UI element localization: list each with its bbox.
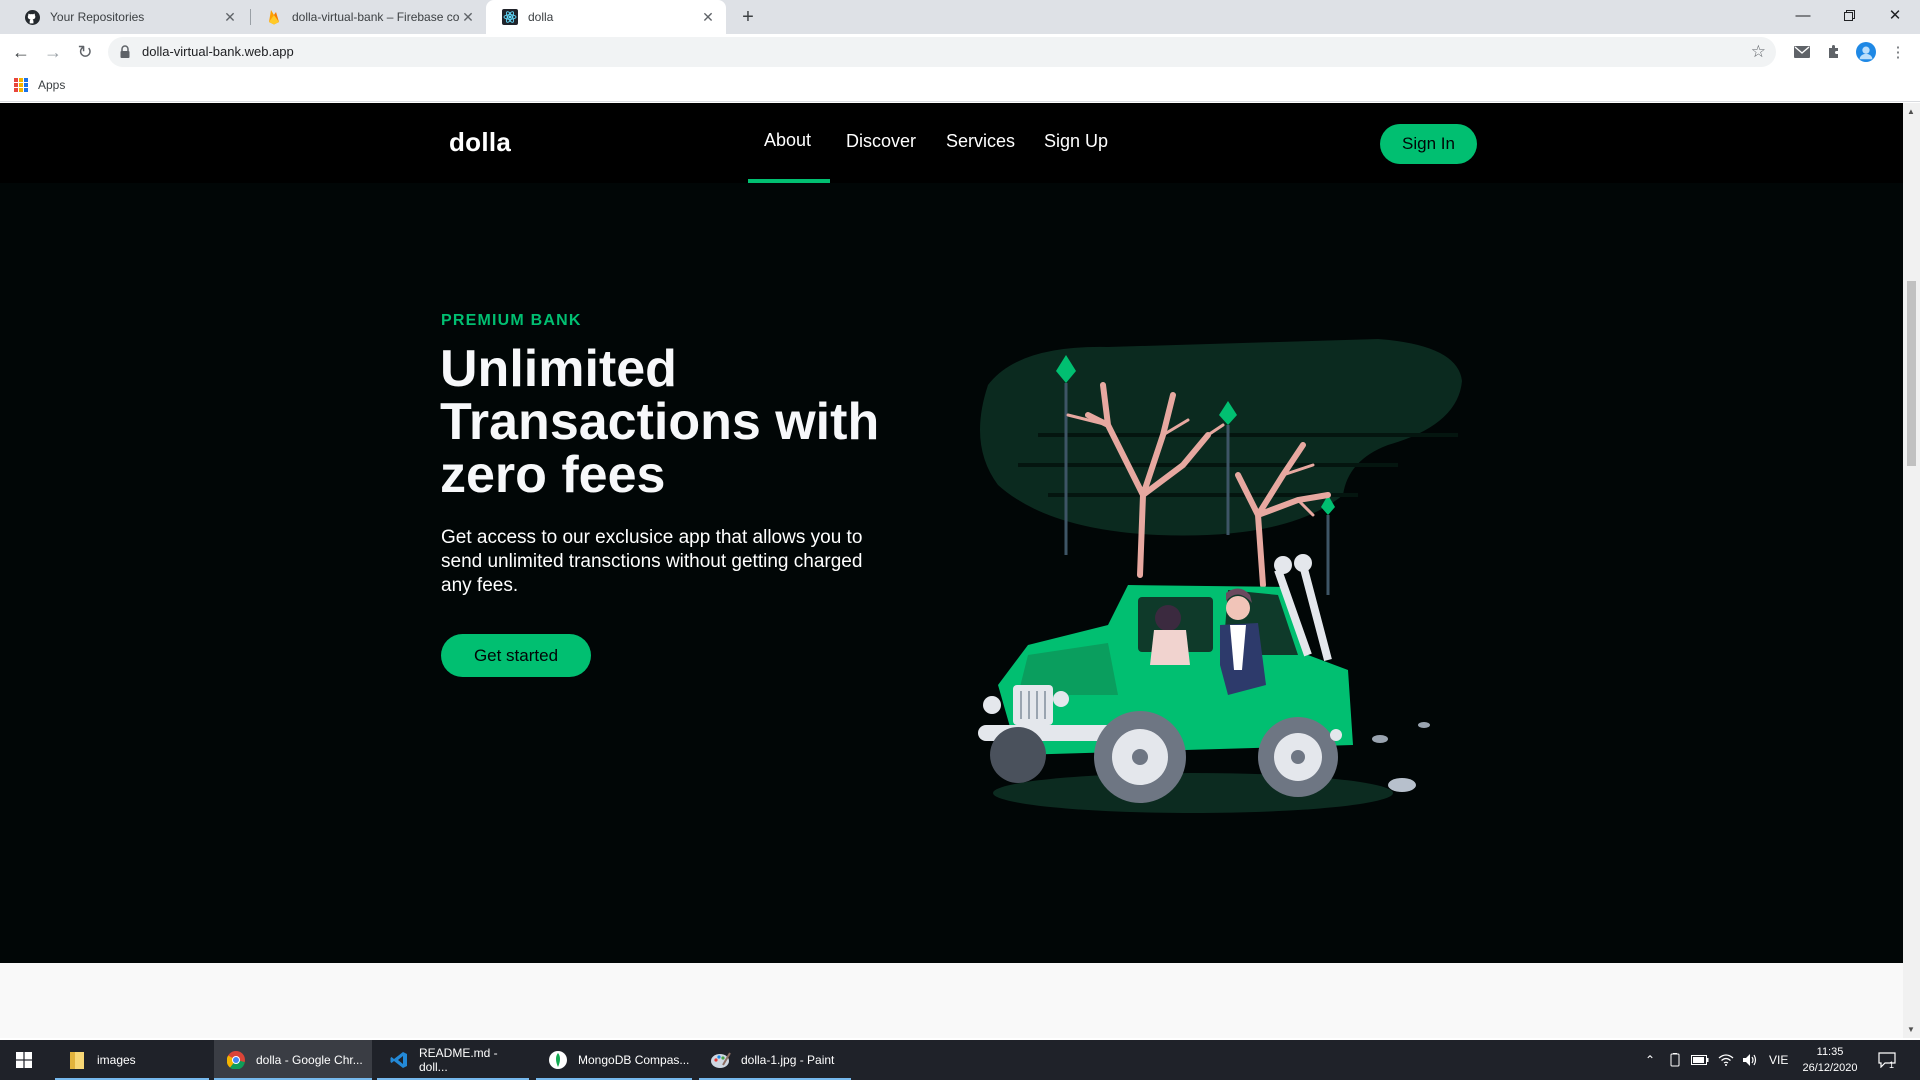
sign-in-button[interactable]: Sign In	[1380, 124, 1477, 164]
nav-link-about[interactable]: About	[764, 130, 811, 151]
site-logo[interactable]: dolla	[449, 127, 511, 158]
volume-icon[interactable]	[1742, 1040, 1758, 1080]
close-tab-icon[interactable]: ✕	[222, 9, 238, 26]
apps-grid-icon	[14, 78, 28, 92]
hero-heading: Unlimited Transactions with zero fees	[440, 340, 880, 504]
tab-firebase[interactable]: dolla-virtual-bank – Firebase con ✕	[250, 0, 486, 34]
scroll-up-arrow-icon[interactable]: ▲	[1907, 107, 1915, 116]
next-section	[0, 963, 1903, 1038]
taskbar-item-mongodb[interactable]: MongoDB Compas...	[536, 1040, 692, 1080]
tab-dolla[interactable]: dolla ✕	[486, 0, 726, 34]
nav-link-sign-up[interactable]: Sign Up	[1044, 131, 1108, 152]
taskbar-item-label: README.md - doll...	[419, 1046, 498, 1074]
hero-subtitle: Get access to our exclusice app that all…	[441, 527, 863, 596]
folder-icon	[67, 1050, 87, 1070]
page-scrollbar[interactable]: ▲ ▼	[1903, 103, 1920, 1038]
clock-time: 11:35	[1816, 1046, 1844, 1058]
profile-avatar-icon[interactable]	[1856, 42, 1876, 62]
taskbar-item-vscode[interactable]: README.md - doll...	[377, 1040, 529, 1080]
tab-your-repositories[interactable]: Your Repositories ✕	[8, 0, 248, 34]
battery-saver-icon[interactable]	[1668, 1040, 1682, 1080]
apps-shortcut[interactable]: Apps	[14, 78, 65, 92]
address-bar[interactable]: dolla-virtual-bank.web.app ☆	[108, 37, 1776, 67]
hero-topline: PREMIUM BANK	[441, 312, 582, 329]
nav-link-discover[interactable]: Discover	[846, 131, 916, 152]
page-viewport: dolla About Discover Services Sign Up Si…	[0, 103, 1903, 1038]
lock-icon	[120, 45, 130, 63]
taskbar-item-paint[interactable]: dolla-1.jpg - Paint	[699, 1040, 851, 1080]
new-tab-button[interactable]: +	[737, 6, 759, 28]
tab-title: dolla	[528, 10, 554, 24]
taskbar-item-images[interactable]: images	[55, 1040, 209, 1080]
nav-link-services[interactable]: Services	[946, 131, 1015, 152]
get-started-button[interactable]: Get started	[441, 634, 591, 677]
close-window-icon[interactable]: ✕	[1872, 0, 1918, 30]
restore-icon[interactable]	[1826, 0, 1872, 30]
paint-icon	[711, 1050, 731, 1070]
jeep	[978, 554, 1353, 803]
language-indicator[interactable]: VIE	[1769, 1040, 1788, 1080]
taskbar-item-chrome[interactable]: dolla - Google Chr...	[214, 1040, 372, 1080]
car-illustration	[978, 339, 1462, 813]
tray-overflow-icon[interactable]: ⌃	[1645, 1040, 1655, 1080]
close-tab-icon[interactable]: ✕	[460, 9, 476, 26]
site-navbar: dolla About Discover Services Sign Up Si…	[0, 103, 1903, 183]
reload-icon[interactable]: ↻	[73, 40, 97, 64]
github-icon	[24, 9, 40, 25]
system-clock[interactable]: 11:35 26/12/2020	[1795, 1044, 1865, 1076]
taskbar-item-label: dolla-1.jpg - Paint	[741, 1053, 835, 1067]
kebab-menu-icon[interactable]: ⋮	[1888, 42, 1908, 62]
tab-title: Your Repositories	[50, 10, 145, 24]
firebase-icon	[266, 9, 282, 25]
mongodb-icon	[548, 1050, 568, 1070]
close-tab-icon[interactable]: ✕	[700, 9, 716, 26]
taskbar-item-label: MongoDB Compas...	[578, 1053, 690, 1067]
notification-count: 1	[1889, 1060, 1895, 1070]
apps-label: Apps	[38, 78, 66, 92]
react-icon	[502, 9, 518, 25]
taskbar-item-label: images	[97, 1053, 136, 1067]
wifi-icon[interactable]	[1718, 1040, 1734, 1080]
clock-date: 26/12/2020	[1802, 1062, 1858, 1074]
mail-icon[interactable]	[1792, 42, 1812, 62]
forward-icon[interactable]: →	[41, 40, 65, 64]
browser-toolbar: ← → ↻ dolla-virtual-bank.web.app ☆ ⋮	[0, 34, 1920, 70]
active-nav-indicator	[748, 179, 830, 183]
minimize-icon[interactable]: —	[1780, 0, 1826, 30]
windows-start-icon[interactable]	[0, 1040, 48, 1080]
taskbar-item-label: dolla - Google Chr...	[256, 1053, 363, 1067]
tab-title: dolla-virtual-bank – Firebase con	[292, 10, 460, 24]
scroll-down-arrow-icon[interactable]: ▼	[1907, 1025, 1915, 1034]
extensions-icon[interactable]	[1824, 42, 1844, 62]
chrome-icon	[226, 1050, 246, 1070]
bookmarks-bar: Apps	[0, 70, 1920, 102]
bookmark-star-icon[interactable]: ☆	[1751, 42, 1766, 62]
notifications-icon[interactable]: 1	[1878, 1040, 1896, 1080]
back-icon[interactable]: ←	[9, 40, 33, 64]
scrollbar-thumb[interactable]	[1907, 281, 1916, 466]
browser-tab-strip: Your Repositories ✕ dolla-virtual-bank –…	[0, 0, 1920, 34]
battery-icon[interactable]	[1691, 1040, 1709, 1080]
windows-taskbar: images dolla - Google Chr... README.md -…	[0, 1040, 1920, 1080]
url-text: dolla-virtual-bank.web.app	[142, 44, 294, 59]
vscode-icon	[389, 1050, 409, 1070]
